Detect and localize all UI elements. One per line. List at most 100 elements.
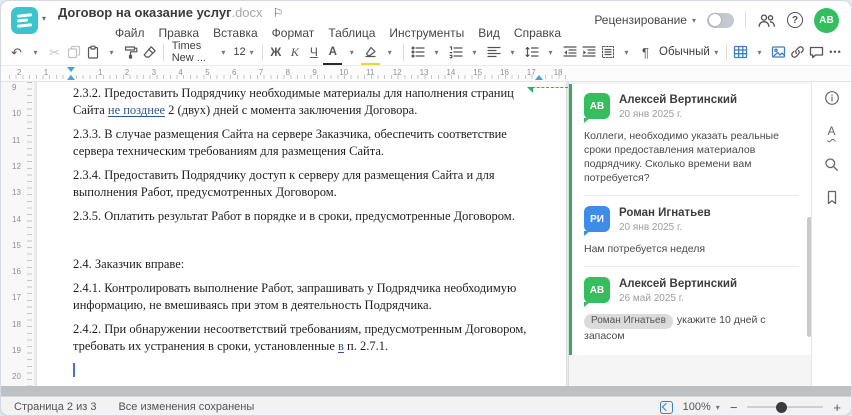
comment-divider (584, 195, 799, 196)
paragraph-2-4-1[interactable]: 2.4.1. Контролировать выполнение Работ, … (73, 280, 539, 314)
app-logo-icon[interactable] (11, 7, 38, 34)
page-indicator[interactable]: Страница 2 из 3 (14, 401, 96, 413)
numbered-list-button[interactable] (446, 41, 465, 63)
menu-view[interactable]: Вид (478, 26, 500, 40)
comment-anchor-text[interactable]: не позднее (108, 103, 165, 117)
left-indent-marker[interactable] (67, 75, 75, 80)
help-icon[interactable]: ? (787, 12, 803, 28)
comment-date: 20 янв 2025 г. (619, 109, 683, 120)
paragraph-settings-button[interactable] (598, 41, 617, 63)
spellcheck-icon[interactable]: А (822, 121, 842, 141)
comment-2: РИ Роман Игнатьев 20 янв 2025 г. (584, 206, 799, 236)
font-name-select[interactable]: Times New ... ▾ (168, 40, 230, 64)
fit-page-icon[interactable] (659, 400, 673, 414)
review-toggle[interactable] (707, 12, 734, 28)
paragraph-2-4[interactable]: 2.4. Заказчик вправе: (73, 256, 539, 273)
zoom-select[interactable]: 100% ▾ (683, 401, 720, 413)
info-icon[interactable] (822, 88, 842, 108)
document-page[interactable]: 2.3.2. Предоставить Подрядчику необходим… (36, 82, 567, 386)
bold-button[interactable]: Ж (266, 41, 285, 63)
numbered-list-caret-icon[interactable]: ▾ (473, 48, 477, 57)
menu-file[interactable]: Файл (115, 26, 145, 40)
decrease-indent-button[interactable] (560, 41, 579, 63)
search-icon[interactable] (822, 154, 842, 174)
comment-text: Нам потребуется неделя (584, 243, 706, 255)
paste-caret-icon[interactable]: ▾ (109, 48, 113, 57)
font-color-caret-icon[interactable]: ▾ (350, 48, 354, 57)
zoom-slider[interactable] (747, 401, 824, 413)
paragraph-settings-caret-icon[interactable]: ▾ (625, 48, 629, 57)
line-spacing-caret-icon[interactable]: ▾ (549, 48, 553, 57)
logo-menu-caret-icon[interactable]: ▾ (42, 14, 46, 23)
comment-thread[interactable]: АВ Алексей Вертинский 20 янв 2025 г. Кол… (569, 84, 813, 355)
zoom-in-button[interactable]: + (833, 400, 841, 415)
insert-link-button[interactable] (788, 41, 807, 63)
bookmark-icon[interactable] (822, 187, 842, 207)
insert-image-button[interactable] (769, 41, 788, 63)
bullet-list-caret-icon[interactable]: ▾ (435, 48, 439, 57)
user-avatar[interactable]: АВ (814, 7, 839, 33)
italic-button[interactable]: К (285, 41, 304, 63)
chevron-down-icon: ▾ (691, 15, 696, 25)
menu-help[interactable]: Справка (514, 26, 561, 40)
comment-connector-line (532, 87, 568, 88)
paragraph-2-3-2[interactable]: 2.3.2. Предоставить Подрядчику необходим… (73, 85, 539, 119)
app-window: ▾ Договор на оказание услуг.docx ⚐ Файл П… (0, 0, 852, 416)
insert-table-button[interactable] (731, 41, 750, 63)
cut-button[interactable]: ✂ (45, 41, 64, 63)
clear-style-button[interactable] (140, 41, 159, 63)
align-caret-icon[interactable]: ▾ (511, 48, 515, 57)
paste-button[interactable] (83, 41, 102, 63)
comment-author: Роман Игнатьев (619, 207, 711, 219)
chevron-down-icon: ▾ (714, 47, 719, 57)
menu-tools[interactable]: Инструменты (389, 26, 464, 40)
header-separator (745, 11, 746, 29)
highlight-color-button[interactable] (361, 41, 381, 65)
review-mode-dropdown[interactable]: Рецензирование ▾ (594, 13, 696, 27)
paragraph-2-4-2[interactable]: 2.4.2. При обнаружении несоответствий тр… (73, 321, 539, 355)
comment-author: Алексей Вертинский (619, 278, 738, 290)
document-text[interactable]: 2.3.2. Предоставить Подрядчику необходим… (73, 85, 539, 386)
undo-caret-icon[interactable]: ▾ (33, 48, 37, 57)
chevron-down-icon: ▾ (715, 402, 720, 412)
undo-button[interactable]: ↶ (7, 41, 26, 63)
comment-author: Алексей Вертинский (619, 94, 738, 106)
paragraph-2-3-5[interactable]: 2.3.5. Оплатить результат Работ в порядк… (73, 208, 539, 225)
bullet-list-button[interactable] (408, 41, 427, 63)
right-indent-marker[interactable] (535, 75, 543, 80)
paragraph-2-3-4[interactable]: 2.3.4. Предоставить Подрядчику доступ к … (73, 167, 539, 201)
increase-indent-button[interactable] (579, 41, 598, 63)
menu-table[interactable]: Таблица (328, 26, 375, 40)
insert-table-caret-icon[interactable]: ▾ (757, 48, 761, 57)
underline-button[interactable]: Ч (304, 41, 323, 63)
copy-button[interactable] (64, 41, 83, 63)
horizontal-scroll-track[interactable] (1, 386, 851, 396)
show-paragraph-marks-button[interactable]: ¶ (636, 41, 655, 63)
menu-format[interactable]: Формат (272, 26, 315, 40)
highlight-caret-icon[interactable]: ▾ (388, 48, 392, 57)
paragraph-style-select[interactable]: Обычный ▾ (655, 41, 722, 63)
comment-3: АВ Алексей Вертинский 26 май 2025 г. (584, 277, 799, 307)
cursor-paragraph[interactable] (73, 362, 539, 379)
paragraph-2-3-3[interactable]: 2.3.3. В случае размещения Сайта на серв… (73, 126, 539, 160)
align-left-button[interactable] (484, 41, 503, 63)
zoom-slider-knob[interactable] (776, 401, 788, 413)
menu-edit[interactable]: Правка (159, 26, 200, 40)
mention-badge[interactable]: Роман Игнатьев (584, 313, 673, 329)
font-size-select[interactable]: 12 ▾ (229, 41, 257, 63)
comment-avatar-initials: РИ (590, 213, 604, 225)
menu-insert[interactable]: Вставка (213, 26, 258, 40)
zoom-out-button[interactable]: − (730, 400, 738, 415)
font-size-value: 12 (233, 46, 246, 58)
first-line-indent-marker[interactable] (67, 67, 75, 72)
avatar-initials: АВ (819, 14, 834, 26)
paragraph-text: п. 2.7.1. (343, 339, 389, 353)
insert-comment-button[interactable] (807, 41, 826, 63)
line-spacing-button[interactable] (522, 41, 541, 63)
format-painter-button[interactable] (121, 41, 140, 63)
more-tools-button[interactable]: ••• (826, 41, 845, 63)
flag-icon[interactable]: ⚐ (273, 6, 284, 20)
collaboration-users-icon[interactable] (757, 13, 776, 28)
empty-paragraph[interactable] (73, 232, 539, 249)
font-color-button[interactable]: А (323, 41, 343, 65)
